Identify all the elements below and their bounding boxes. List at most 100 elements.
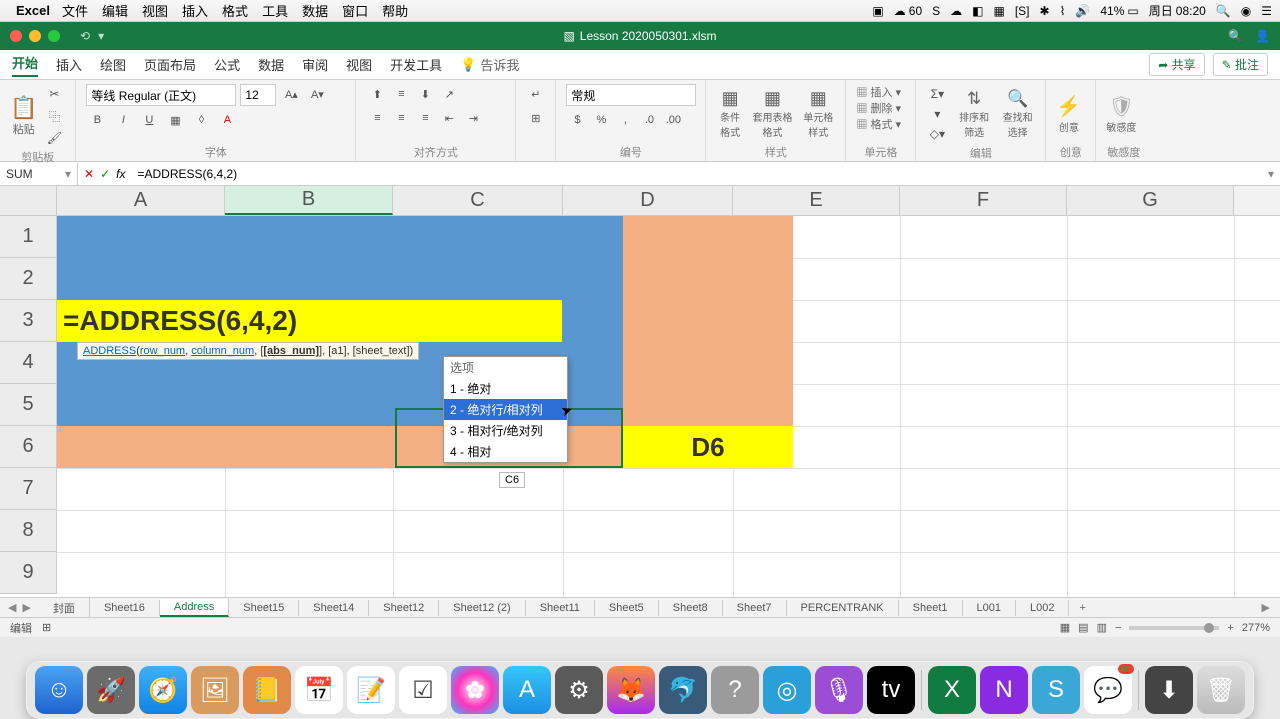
align-middle-icon[interactable]: ≡ xyxy=(390,84,412,104)
expand-formula-icon[interactable]: ▾ xyxy=(1262,167,1280,181)
user-icon[interactable]: 👤 xyxy=(1255,29,1270,43)
dock-podcasts-icon[interactable]: 🎙 xyxy=(815,666,863,714)
menu-insert[interactable]: 插入 xyxy=(182,1,208,20)
copy-icon[interactable]: ⿻ xyxy=(43,106,65,126)
dock-firefox-icon[interactable]: 🦊 xyxy=(607,666,655,714)
siri-icon[interactable]: ◉ xyxy=(1241,4,1251,18)
add-sheet-button[interactable]: + xyxy=(1069,602,1095,614)
dock-settings-icon[interactable]: ⚙ xyxy=(555,666,603,714)
indent-inc-icon[interactable]: ⇥ xyxy=(462,108,484,128)
sheet-scroll-right-icon[interactable]: ▶ xyxy=(1252,601,1280,614)
search-icon[interactable]: 🔍 xyxy=(1216,4,1231,18)
row-header-8[interactable]: 8 xyxy=(0,510,57,552)
underline-button[interactable]: U xyxy=(138,110,160,130)
dock-appstore-icon[interactable]: A xyxy=(503,666,551,714)
dock-trash-icon[interactable]: 🗑 xyxy=(1197,666,1245,714)
menu-file[interactable]: 文件 xyxy=(62,1,88,20)
s-icon[interactable]: S xyxy=(932,4,940,18)
sort-filter-icon[interactable]: ⇅ xyxy=(956,89,992,109)
battery-status[interactable]: 41% ▭ xyxy=(1100,4,1138,18)
sheet-tab-sheet16[interactable]: Sheet16 xyxy=(90,600,160,616)
accessibility-icon[interactable]: ⊞ xyxy=(42,621,51,634)
ideas-label[interactable]: 创意 xyxy=(1056,119,1081,134)
fx-icon[interactable]: fx xyxy=(116,167,125,181)
dock-safari-icon[interactable]: 🧭 xyxy=(139,666,187,714)
menu-view[interactable]: 视图 xyxy=(142,1,168,20)
sheet-tab-percentrank[interactable]: PERCENTRANK xyxy=(787,600,899,616)
sheet-tab-cover[interactable]: 封面 xyxy=(39,598,90,618)
sort-filter-label[interactable]: 排序和筛选 xyxy=(956,109,992,139)
dropdown-option-2[interactable]: 2 - 绝对行/相对列 xyxy=(444,399,567,420)
cancel-formula-icon[interactable]: ✕ xyxy=(84,167,94,181)
zoom-in-button[interactable]: + xyxy=(1227,622,1233,634)
col-header-g[interactable]: G xyxy=(1067,186,1234,215)
dec-decimal-icon[interactable]: .00 xyxy=(662,110,684,130)
format-cells-button[interactable]: ▦ 格式 ▾ xyxy=(856,116,901,132)
cell-d6[interactable]: D6 xyxy=(623,426,793,468)
function-signature-tooltip[interactable]: ADDRESS(row_num, column_num, [[abs_num]]… xyxy=(77,342,419,360)
increase-font-icon[interactable]: A▴ xyxy=(280,84,302,104)
zoom-level[interactable]: 277% xyxy=(1242,622,1270,634)
tab-draw[interactable]: 绘图 xyxy=(100,55,126,74)
tab-insert[interactable]: 插入 xyxy=(56,55,82,74)
dock-preview-icon[interactable]: 🖼 xyxy=(191,666,239,714)
dock-downloads-icon[interactable]: ⬇ xyxy=(1145,666,1193,714)
ideas-icon[interactable]: ⚡ xyxy=(1056,94,1081,119)
row-header-5[interactable]: 5 xyxy=(0,384,57,426)
save-icon[interactable]: ▾ xyxy=(98,29,104,43)
percent-icon[interactable]: % xyxy=(590,110,612,130)
sheet-tab-l001[interactable]: L001 xyxy=(963,600,1016,616)
view-normal-icon[interactable]: ▦ xyxy=(1060,621,1070,634)
sheet-tab-l002[interactable]: L002 xyxy=(1016,600,1069,616)
delete-cells-button[interactable]: ▦ 删除 ▾ xyxy=(856,100,901,116)
dropdown-option-4[interactable]: 4 - 相对 xyxy=(444,441,567,462)
row-header-9[interactable]: 9 xyxy=(0,552,57,594)
wrap-text-icon[interactable]: ↵ xyxy=(525,84,547,104)
col-header-c[interactable]: C xyxy=(393,186,563,215)
view-page-icon[interactable]: ▤ xyxy=(1078,621,1088,634)
dropdown-option-1[interactable]: 1 - 绝对 xyxy=(444,378,567,399)
fill-icon[interactable]: ▾ xyxy=(926,104,948,124)
cell-styles-icon[interactable]: ▦ xyxy=(801,88,835,109)
cells-canvas[interactable]: =ADDRESS(6,4,2) ADDRESS(row_num, column_… xyxy=(57,216,1280,597)
grid-icon[interactable]: ▦ xyxy=(993,4,1004,18)
inc-decimal-icon[interactable]: .0 xyxy=(638,110,660,130)
col-header-b[interactable]: B xyxy=(225,186,393,215)
dock-reminders-icon[interactable]: ☑ xyxy=(399,666,447,714)
menu-data[interactable]: 数据 xyxy=(302,1,328,20)
menu-format[interactable]: 格式 xyxy=(222,1,248,20)
paste-label[interactable]: 粘贴 xyxy=(10,121,37,137)
notification-icon[interactable]: ☰ xyxy=(1261,4,1272,18)
find-select-icon[interactable]: 🔍 xyxy=(1000,89,1036,109)
close-button[interactable] xyxy=(10,30,22,42)
dropdown-option-3[interactable]: 3 - 相对行/绝对列 xyxy=(444,420,567,441)
minimize-button[interactable] xyxy=(29,30,41,42)
bold-button[interactable]: B xyxy=(86,110,108,130)
dock-notes-icon[interactable]: 📝 xyxy=(347,666,395,714)
comma-icon[interactable]: , xyxy=(614,110,636,130)
tab-view[interactable]: 视图 xyxy=(346,55,372,74)
row-header-7[interactable]: 7 xyxy=(0,468,57,510)
sheet-tab-sheet15[interactable]: Sheet15 xyxy=(229,600,299,616)
row-header-2[interactable]: 2 xyxy=(0,258,57,300)
menu-window[interactable]: 窗口 xyxy=(342,1,368,20)
tab-layout[interactable]: 页面布局 xyxy=(144,55,196,74)
dock-snagit-icon[interactable]: S xyxy=(1032,666,1080,714)
italic-button[interactable]: I xyxy=(112,110,134,130)
fill-color-button[interactable]: ◊ xyxy=(190,110,212,130)
sheet-nav-next-icon[interactable]: ▶ xyxy=(22,601,30,614)
ime-icon[interactable]: ▣ xyxy=(872,4,883,18)
dock-contacts-icon[interactable]: 📒 xyxy=(243,666,291,714)
zoom-slider[interactable] xyxy=(1129,626,1219,630)
sheet-tab-sheet5[interactable]: Sheet5 xyxy=(595,600,659,616)
cut-icon[interactable]: ✂ xyxy=(43,84,65,104)
sheet-tab-sheet7[interactable]: Sheet7 xyxy=(723,600,787,616)
row-header-3[interactable]: 3 xyxy=(0,300,57,342)
zoom-button[interactable] xyxy=(48,30,60,42)
c-icon[interactable]: ◧ xyxy=(972,4,983,18)
dock-mysql-icon[interactable]: 🐬 xyxy=(659,666,707,714)
font-color-button[interactable]: A xyxy=(216,110,238,130)
comments-button[interactable]: ✎ 批注 xyxy=(1213,53,1268,76)
col-header-a[interactable]: A xyxy=(57,186,225,215)
conditional-format-icon[interactable]: ▦ xyxy=(716,88,743,109)
